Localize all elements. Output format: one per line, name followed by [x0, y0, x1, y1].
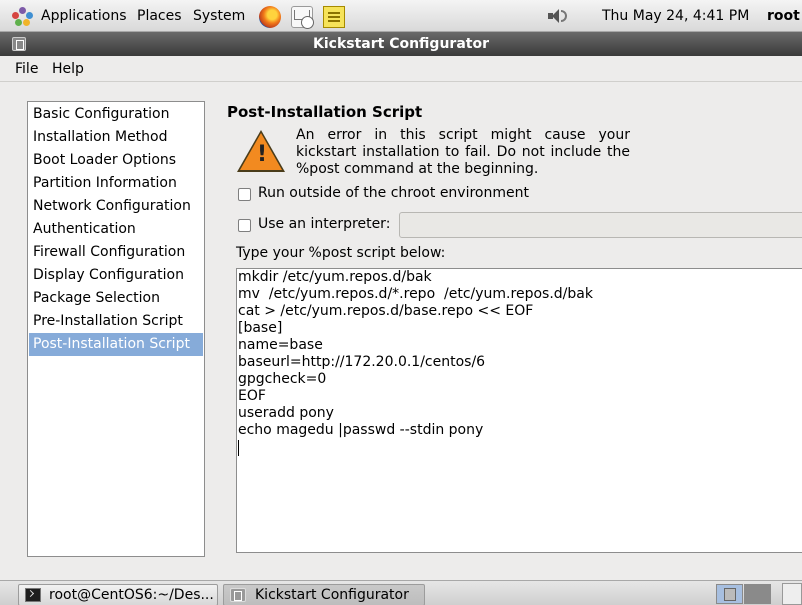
workspace-1-button[interactable]: [716, 584, 743, 604]
interpreter-input[interactable]: [399, 212, 802, 238]
script-line: baseurl=http://172.20.0.1/centos/6: [238, 354, 486, 370]
sidebar-item-pre-installation-script[interactable]: Pre-Installation Script: [29, 310, 203, 333]
window-title-bar[interactable]: Kickstart Configurator: [0, 32, 802, 56]
sidebar-item-firewall-configuration[interactable]: Firewall Configuration: [29, 241, 203, 264]
script-line: [base]: [238, 320, 283, 336]
taskbar-item-terminal[interactable]: root@CentOS6:~/Des...: [18, 584, 218, 605]
sidebar-item-package-selection[interactable]: Package Selection: [29, 287, 203, 310]
gnome-foot-icon[interactable]: [12, 7, 34, 27]
sidebar-item-partition-information[interactable]: Partition Information: [29, 172, 203, 195]
sidebar-item-boot-loader-options[interactable]: Boot Loader Options: [29, 149, 203, 172]
applications-menu[interactable]: Applications: [41, 0, 127, 32]
sidebar-item-post-installation-script[interactable]: Post-Installation Script: [29, 333, 203, 356]
chroot-checkbox[interactable]: [238, 188, 251, 201]
taskbar-item-label: Kickstart Configurator: [255, 587, 409, 603]
taskbar-item-kickstart[interactable]: Kickstart Configurator: [223, 584, 425, 605]
firefox-icon[interactable]: [259, 6, 281, 28]
taskbar-item-label: root@CentOS6:~/Des...: [49, 587, 214, 603]
workspace-2-button[interactable]: [744, 584, 771, 604]
script-line: EOF: [238, 388, 266, 404]
places-menu[interactable]: Places: [137, 0, 182, 32]
window-title: Kickstart Configurator: [313, 36, 489, 52]
user-menu[interactable]: root: [767, 0, 800, 32]
system-menu[interactable]: System: [193, 0, 245, 32]
top-panel: Applications Places System Thu May 24, 4…: [0, 0, 802, 32]
script-line: name=base: [238, 337, 323, 353]
sidebar-item-installation-method[interactable]: Installation Method: [29, 126, 203, 149]
script-line: mv /etc/yum.repos.d/*.repo /etc/yum.repo…: [238, 286, 593, 302]
help-menu[interactable]: Help: [52, 60, 84, 80]
trash-icon[interactable]: [782, 583, 802, 605]
kickstart-icon: [230, 588, 246, 602]
script-line: cat > /etc/yum.repos.d/base.repo << EOF: [238, 303, 534, 319]
script-line: useradd pony: [238, 405, 334, 421]
script-line: mkdir /etc/yum.repos.d/bak: [238, 269, 432, 285]
warning-message: An error in this script might cause your…: [296, 127, 630, 177]
section-list: Basic Configuration Installation Method …: [27, 101, 205, 557]
interpreter-label[interactable]: Use an interpreter:: [258, 216, 390, 232]
terminal-icon: [25, 588, 41, 602]
app-icon: [12, 37, 26, 51]
text-caret: [238, 440, 239, 456]
volume-icon[interactable]: [548, 8, 568, 24]
post-script-textarea[interactable]: mkdir /etc/yum.repos.d/bak mv /etc/yum.r…: [236, 268, 802, 553]
sidebar-item-network-configuration[interactable]: Network Configuration: [29, 195, 203, 218]
sidebar-item-basic-configuration[interactable]: Basic Configuration: [29, 103, 203, 126]
bottom-taskbar: root@CentOS6:~/Des... Kickstart Configur…: [0, 580, 802, 605]
page-title: Post-Installation Script: [227, 103, 423, 121]
script-label: Type your %post script below:: [236, 245, 446, 261]
file-menu[interactable]: File: [15, 60, 38, 80]
menu-bar: File Help: [0, 56, 802, 82]
notes-icon[interactable]: [323, 6, 345, 28]
script-line: echo magedu |passwd --stdin pony: [238, 422, 484, 438]
mail-icon[interactable]: [291, 6, 314, 29]
sidebar-item-display-configuration[interactable]: Display Configuration: [29, 264, 203, 287]
interpreter-checkbox[interactable]: [238, 219, 251, 232]
warning-icon: !: [237, 130, 285, 172]
chroot-label[interactable]: Run outside of the chroot environment: [258, 185, 529, 201]
clock[interactable]: Thu May 24, 4:41 PM: [602, 0, 749, 32]
sidebar-item-authentication[interactable]: Authentication: [29, 218, 203, 241]
script-line: gpgcheck=0: [238, 371, 327, 387]
